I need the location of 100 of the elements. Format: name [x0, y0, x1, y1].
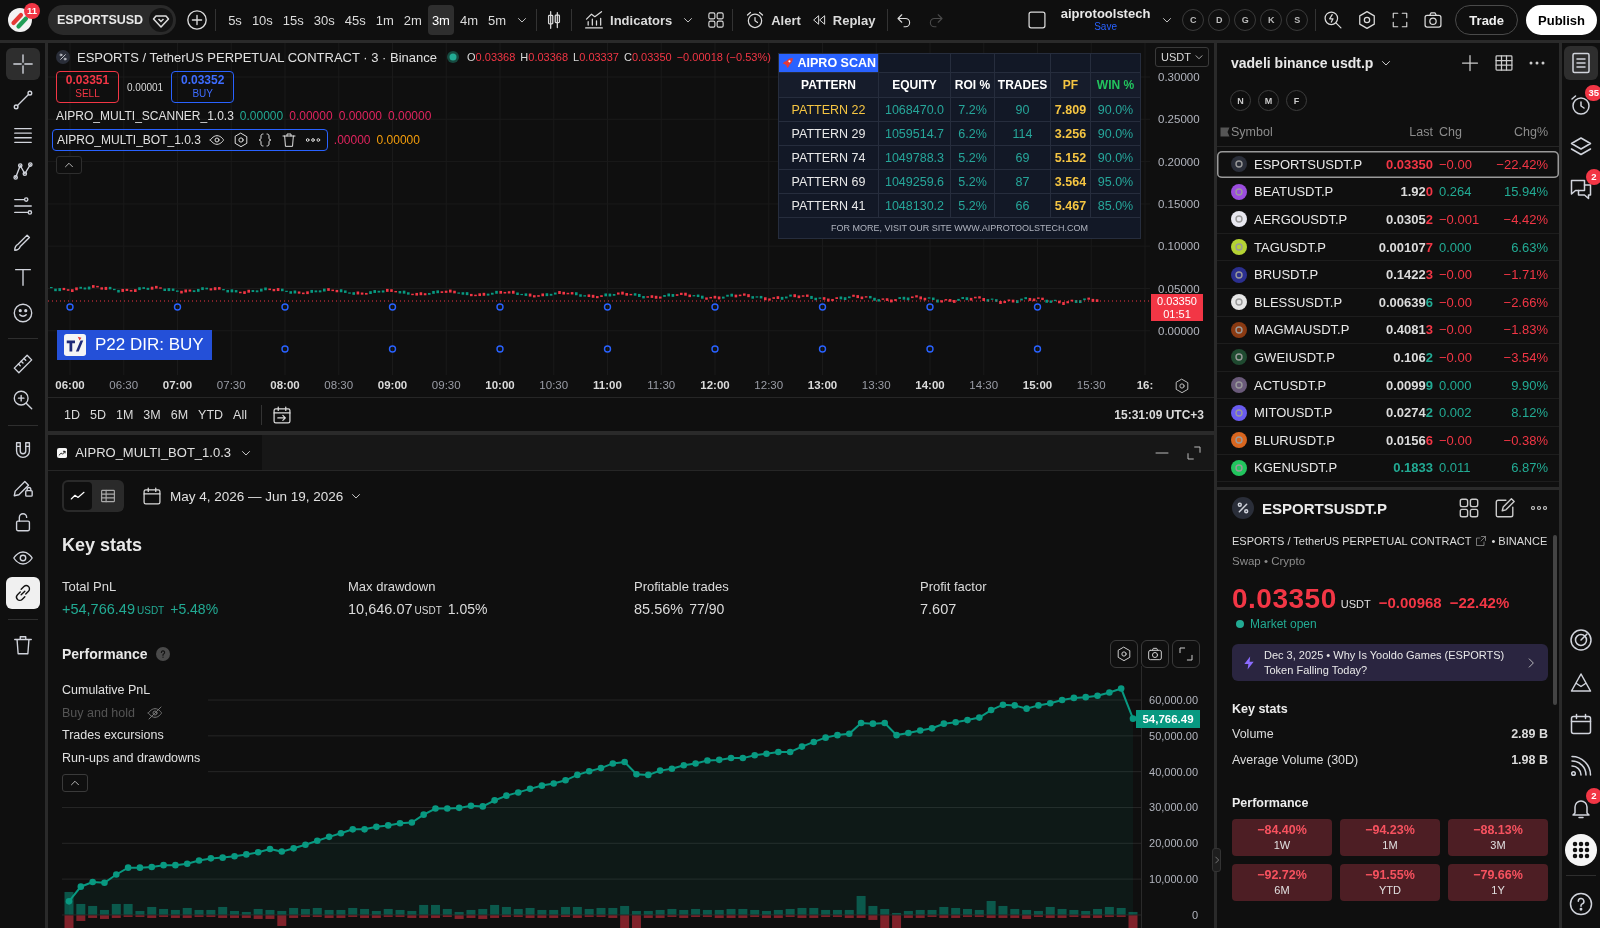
watchlist-row[interactable]: GWEIUSDT.P 0.1062 −0.00 −3.54%: [1217, 344, 1559, 372]
interval-tab[interactable]: 4m: [455, 5, 482, 35]
interval-tab[interactable]: 1m: [371, 5, 398, 35]
fullscreen-icon[interactable]: [1391, 11, 1410, 29]
settings-icon[interactable]: [232, 132, 249, 148]
indicator-legend[interactable]: AIPRO_MULTI_SCANNER_1.0.3: [56, 108, 234, 124]
performance-tile[interactable]: −92.72% 6M: [1232, 864, 1332, 901]
range-button[interactable]: 6M: [166, 401, 193, 428]
performance-tile[interactable]: −91.55% YTD: [1340, 864, 1440, 901]
layout-name[interactable]: aiprotoolstech: [1060, 7, 1151, 20]
layout-grid-icon[interactable]: [1458, 497, 1480, 519]
watchlist-row[interactable]: BLESSUSDT.P 0.006396 −0.00 −2.66%: [1217, 288, 1559, 317]
range-button[interactable]: 3M: [139, 401, 165, 428]
trash-icon[interactable]: [280, 132, 297, 148]
column-header[interactable]: Last: [1373, 125, 1433, 139]
range-button[interactable]: 5D: [86, 401, 110, 428]
maximize-icon[interactable]: [1186, 444, 1202, 461]
watchlist-name-button[interactable]: vadeli binance usdt.p: [1231, 55, 1394, 71]
range-button[interactable]: All: [229, 401, 251, 428]
chart-title[interactable]: ESPORTS / TetherUS PERPETUAL CONTRACT · 3 · Binance: [77, 49, 438, 65]
interval-tab[interactable]: 5s: [224, 5, 246, 35]
watchlist-row[interactable]: MAGMAUSDT.P 0.40813 −0.00 −1.83%: [1217, 316, 1559, 345]
save-label[interactable]: Save: [1094, 20, 1117, 33]
interval-tab[interactable]: 2m: [399, 5, 426, 35]
date-range-button[interactable]: May 4, 2026 — Jun 19, 2026: [166, 488, 368, 504]
column-header[interactable]: Symbol: [1231, 125, 1373, 139]
scroll-bar[interactable]: [1553, 535, 1557, 705]
performance-tile[interactable]: −79.66% 1Y: [1448, 864, 1548, 901]
crosshair-icon[interactable]: [11, 53, 34, 75]
view-button[interactable]: [64, 482, 92, 510]
watchlist-row[interactable]: MITOUSDT.P 0.02742 0.002 8.12%: [1217, 399, 1559, 427]
strategy-tab[interactable]: AIPRO_MULTI_BOT_1.0.3: [48, 435, 262, 470]
tool-button[interactable]: [5, 577, 40, 609]
news-headline[interactable]: Dec 3, 2025 • Why Is Yooldo Games (ESPORTS) Token Falling Today?: [1264, 648, 1516, 677]
external-link-icon[interactable]: [1475, 535, 1488, 547]
plus-icon[interactable]: [1460, 53, 1480, 73]
replay-button[interactable]: Replay: [805, 5, 881, 35]
sidebar-button[interactable]: 2: [1564, 172, 1598, 206]
flag-icon[interactable]: [1219, 126, 1231, 138]
watchlist-row[interactable]: KGENUSDT.P 0.1833 0.011 6.87%: [1217, 454, 1559, 483]
watchlist-row[interactable]: BLURUSDT.P 0.01566 −0.00 −0.38%: [1217, 426, 1559, 455]
zigzag-nodes-icon[interactable]: [11, 159, 34, 182]
watchlist-row[interactable]: ESPORTSUSDT.P 0.03350 −0.00 −22.42%: [1217, 151, 1559, 179]
interval-tab[interactable]: 45s: [340, 5, 370, 35]
performance-tile[interactable]: −94.23% 1M: [1340, 819, 1440, 856]
news-card[interactable]: Dec 3, 2025 • Why Is Yooldo Games (ESPORTS) Token Falling Today?: [1232, 644, 1548, 681]
settings-icon[interactable]: [1174, 378, 1190, 394]
indicators-button[interactable]: Indicators: [579, 5, 678, 35]
interval-tab[interactable]: 15s: [278, 5, 308, 35]
sidebar-button[interactable]: 2: [1564, 791, 1598, 825]
sidebar-button[interactable]: [1564, 46, 1598, 80]
smiley-icon[interactable]: [11, 301, 34, 324]
legend-item[interactable]: Cumulative PnL: [62, 683, 151, 698]
watchlist-row[interactable]: BEATUSDT.P 1.920 0.264 15.94%: [1217, 178, 1559, 207]
watchlist-row[interactable]: TAGUSDT.P 0.001077 0.000 6.63%: [1217, 233, 1559, 262]
edit-icon[interactable]: [1494, 497, 1516, 519]
braces-icon[interactable]: [256, 132, 273, 148]
interval-tab[interactable]: 10s: [247, 5, 277, 35]
eye-icon[interactable]: [208, 132, 225, 148]
layout-grid-icon[interactable]: [707, 11, 726, 29]
interval-tab[interactable]: 30s: [309, 5, 339, 35]
performance-tile[interactable]: −88.13% 3M: [1448, 819, 1548, 856]
range-button[interactable]: 1M: [111, 401, 138, 428]
interval-tab[interactable]: 3m: [427, 5, 454, 35]
watchlist-row[interactable]: BRUSDT.P 0.14223 −0.00 −1.71%: [1217, 261, 1559, 289]
calendar-icon[interactable]: [142, 486, 162, 506]
publish-button[interactable]: Publish: [1526, 5, 1597, 35]
plus-circle-icon[interactable]: [186, 9, 209, 31]
sell-button[interactable]: 0.03351 SELL: [56, 71, 119, 103]
snapshot-button[interactable]: [1141, 640, 1169, 668]
watchlist-row[interactable]: ACTUSDT.P 0.00999 0.000 9.90%: [1217, 371, 1559, 400]
interval-tab[interactable]: 5m: [484, 5, 511, 35]
tool-button[interactable]: [5, 48, 40, 80]
sidebar-button[interactable]: 35: [1564, 88, 1598, 122]
symbol-search-button[interactable]: ESPORTSUSD: [48, 5, 177, 35]
indicator-legend[interactable]: AIPRO_MULTI_BOT_1.0.3: [52, 129, 328, 151]
column-header[interactable]: Chg: [1439, 125, 1485, 139]
legend-item[interactable]: Trades excursions: [62, 728, 164, 743]
range-button[interactable]: YTD: [194, 401, 228, 428]
camera-icon[interactable]: [1423, 10, 1444, 30]
sidebar-button[interactable]: [1564, 833, 1598, 867]
collapse-handle[interactable]: [1212, 848, 1221, 872]
buy-button[interactable]: 0.03352 BUY: [171, 71, 235, 103]
line-tool-icon[interactable]: [11, 88, 34, 111]
lightning-search-icon[interactable]: [1323, 10, 1344, 30]
eye-off-icon[interactable]: [147, 704, 163, 721]
square-icon[interactable]: [1026, 10, 1047, 30]
legend-item[interactable]: Run-ups and drawdowns: [62, 751, 201, 766]
zoom-in-icon[interactable]: [11, 388, 34, 411]
table-icon[interactable]: [1494, 53, 1514, 73]
watchlist-row[interactable]: AERGOUSDT.P 0.03052 −0.001 −4.42%: [1217, 206, 1559, 234]
ruler-icon[interactable]: [11, 353, 34, 375]
lines-nodes-icon[interactable]: [11, 195, 34, 217]
range-button[interactable]: 1D: [60, 401, 84, 428]
settings-button[interactable]: [1110, 640, 1138, 668]
column-header[interactable]: Chg%: [1485, 125, 1548, 139]
trash-icon[interactable]: [11, 633, 34, 656]
settings-icon[interactable]: [1357, 10, 1378, 30]
currency-dropdown[interactable]: USDT: [1155, 47, 1209, 67]
expand-button[interactable]: [1172, 640, 1200, 668]
